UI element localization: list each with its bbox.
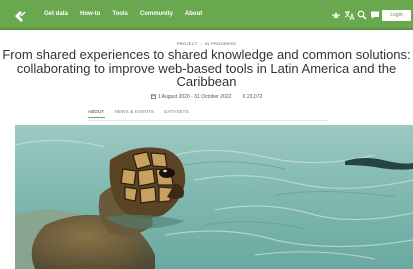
main-nav: Get data How-to Tools Community About [44, 11, 214, 17]
nav-link-get-data[interactable]: Get data [44, 11, 68, 17]
project-dates: 1 August 2020 - 31 October 2022 [150, 94, 233, 100]
login-button[interactable]: Login [382, 10, 411, 21]
project-dates-text: 1 August 2020 - 31 October 2022 [157, 94, 232, 100]
sea-turtle-photo [15, 125, 413, 269]
project-tabs: ABOUT NEWS & EVENTS DATASETS [88, 109, 199, 118]
project-meta: 1 August 2020 - 31 October 2022 € 23,072 [0, 94, 413, 100]
translate-icon[interactable] [343, 9, 355, 21]
project-type-label: PROJECT [176, 41, 198, 46]
status-badge: IN PROGRESS [205, 41, 237, 46]
nav-link-about[interactable]: About [185, 11, 202, 17]
tab-datasets[interactable]: DATASETS [164, 109, 189, 118]
accessibility-icon[interactable] [330, 9, 342, 21]
tab-news-events[interactable]: NEWS & EVENTS [115, 109, 155, 118]
tab-about[interactable]: ABOUT [88, 109, 105, 118]
project-tags: PROJECT | IN PROGRESS [0, 41, 413, 46]
nav-link-tools[interactable]: Tools [112, 11, 128, 17]
hero-image [15, 125, 413, 269]
search-icon[interactable] [356, 9, 368, 21]
calendar-icon [150, 94, 156, 100]
tabs-divider [88, 120, 328, 121]
nav-link-how-to[interactable]: How-to [80, 11, 100, 17]
page-title: From shared experiences to shared knowle… [2, 47, 411, 89]
logo-icon[interactable] [13, 9, 27, 23]
top-navigation-bar: Get data How-to Tools Community About Lo… [0, 0, 413, 30]
chat-icon[interactable] [369, 9, 381, 21]
nav-link-community[interactable]: Community [140, 11, 173, 17]
project-budget: € 23,072 [242, 94, 263, 100]
tag-separator: | [200, 41, 203, 46]
